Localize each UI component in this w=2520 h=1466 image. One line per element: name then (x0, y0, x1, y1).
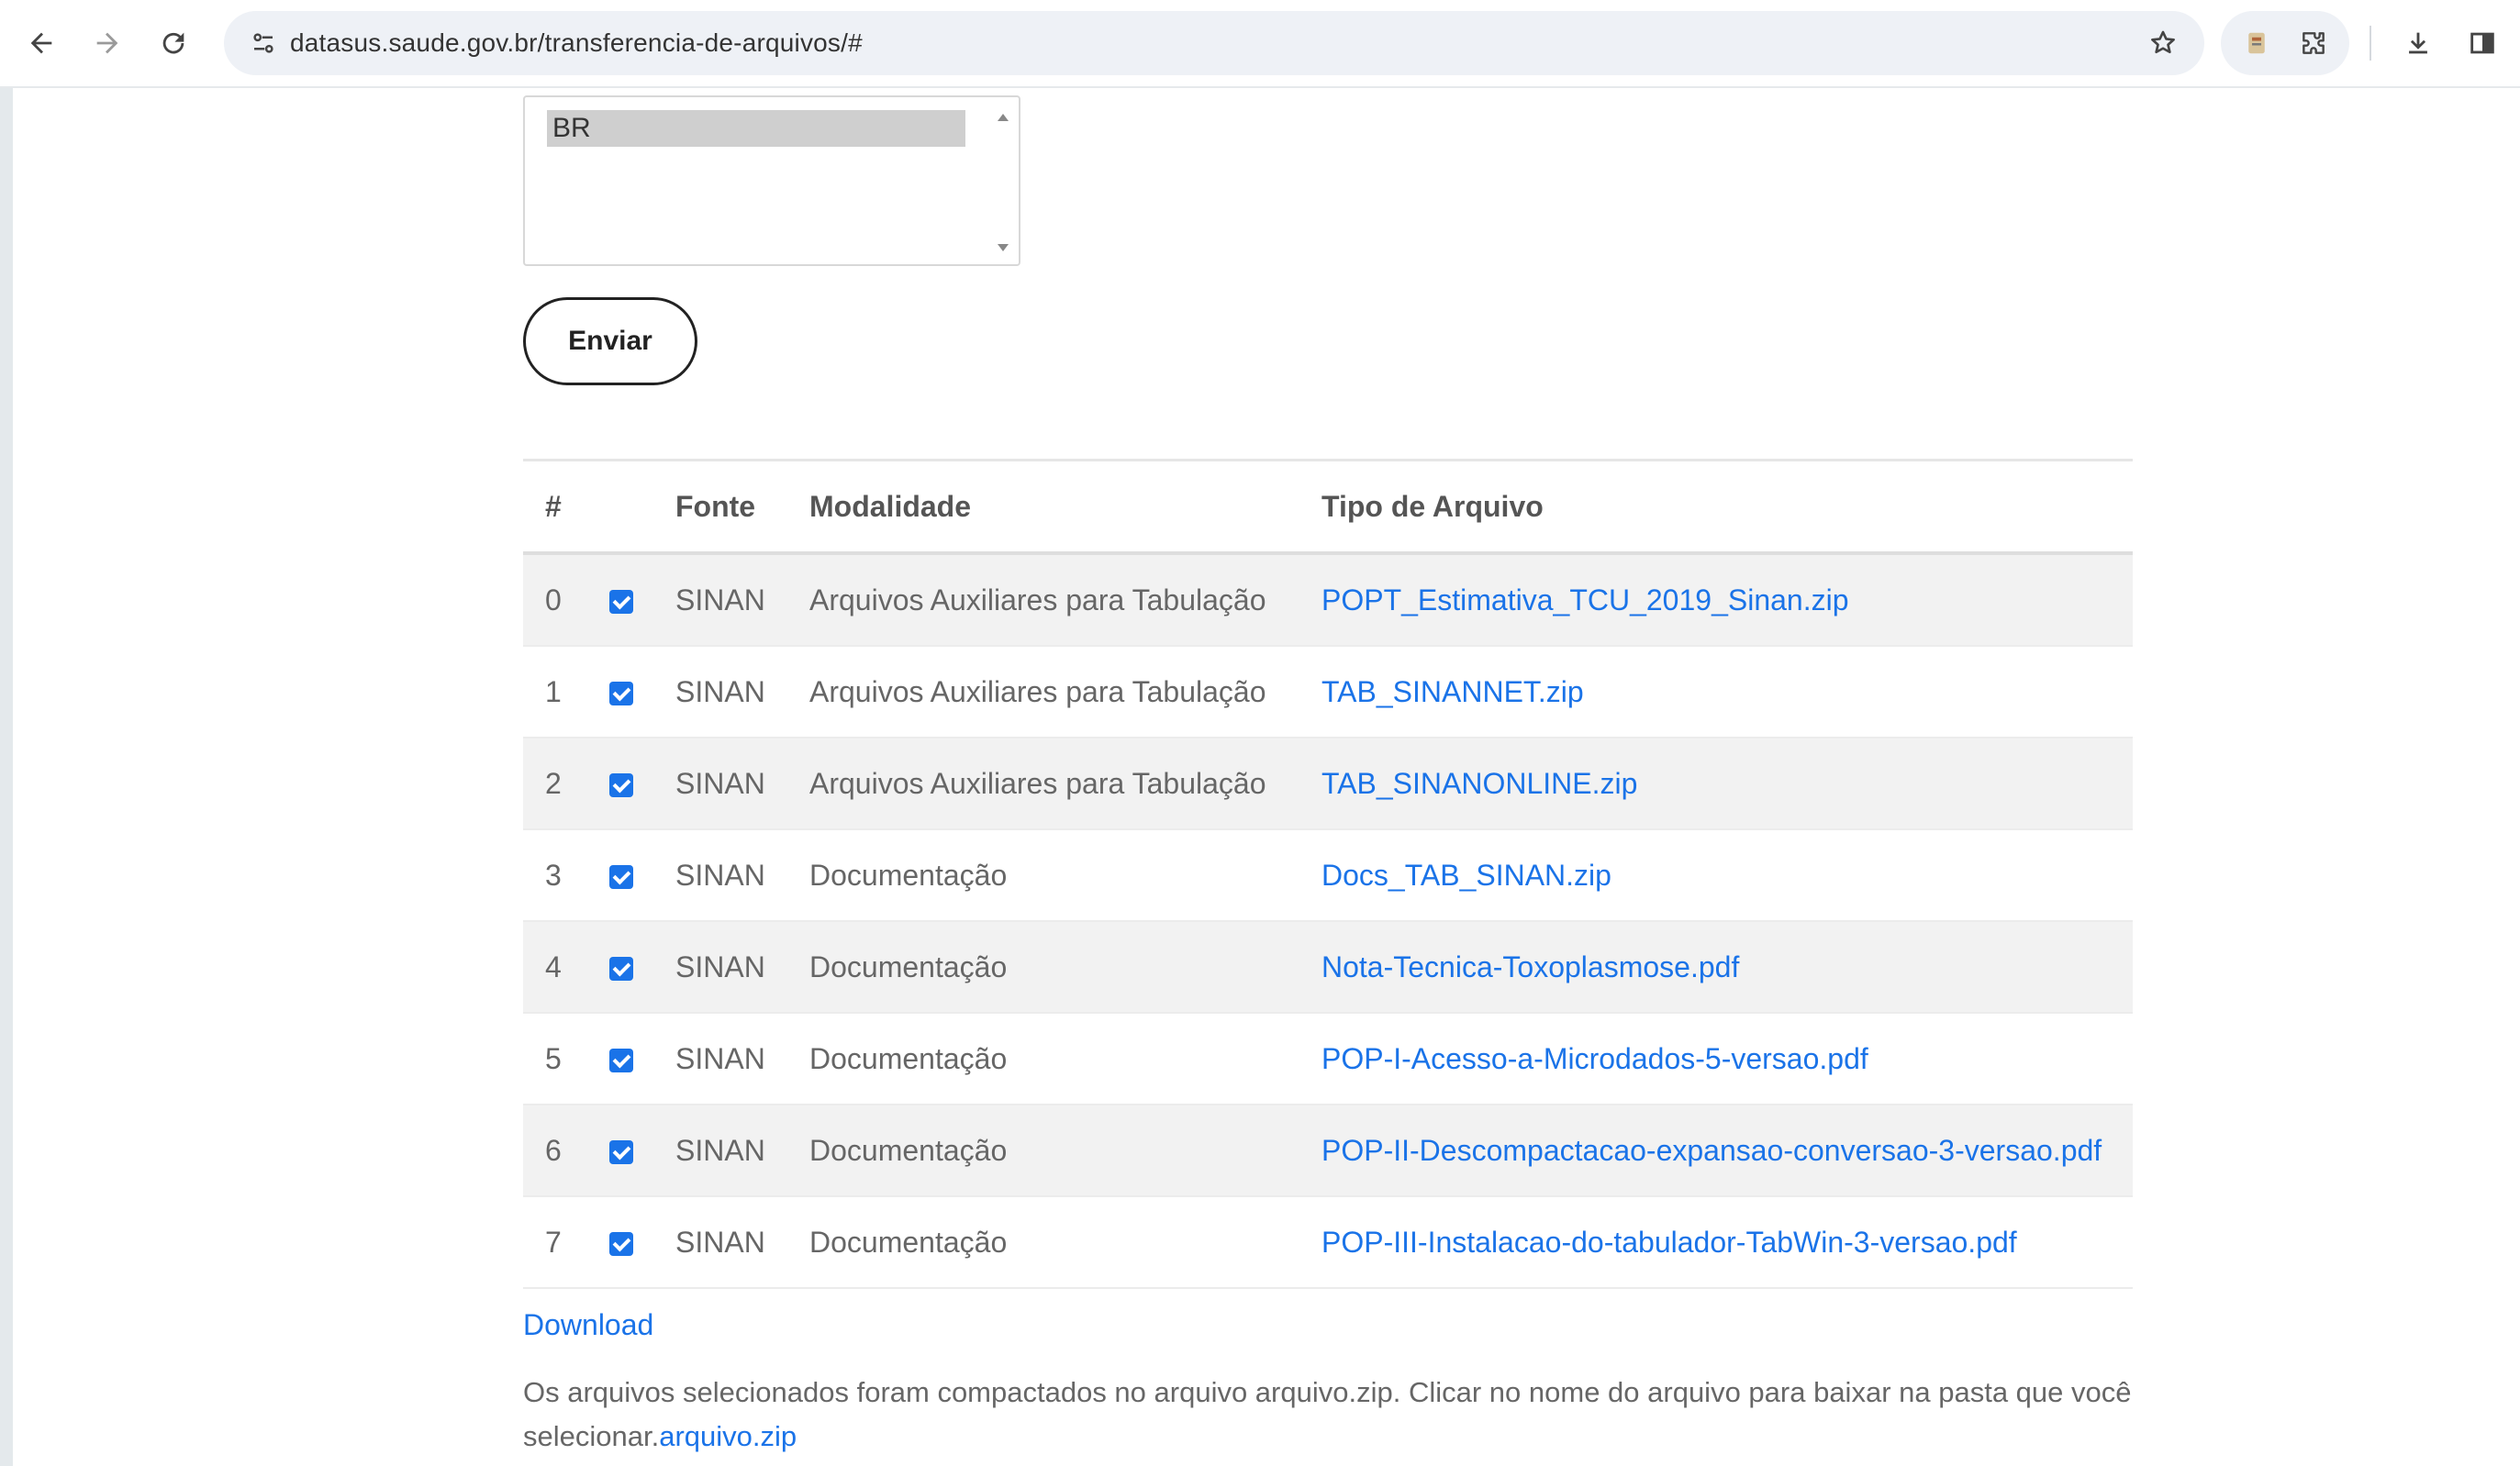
reload-icon[interactable] (151, 20, 196, 66)
row-checkbox[interactable] (609, 957, 633, 982)
row-index: 6 (545, 1133, 562, 1167)
row-index: 3 (545, 858, 562, 892)
row-modalidade: Documentação (809, 1041, 1008, 1075)
row-checkbox[interactable] (609, 682, 633, 706)
row-checkbox[interactable] (609, 1049, 633, 1073)
file-link[interactable]: Docs_TAB_SINAN.zip (1321, 859, 1611, 892)
row-checkbox[interactable] (609, 1232, 633, 1257)
row-checkbox[interactable] (609, 1140, 633, 1165)
download-note: Os arquivos selecionados foram compactad… (523, 1371, 2157, 1459)
toolbar-separator (2369, 26, 2371, 61)
table-row: 1 SINAN Arquivos Auxiliares para Tabulaç… (523, 646, 2133, 738)
row-fonte: SINAN (675, 766, 765, 800)
row-checkbox[interactable] (609, 865, 633, 890)
row-fonte: SINAN (675, 1133, 765, 1167)
url-text[interactable]: datasus.saude.gov.br/transferencia-de-ar… (290, 11, 863, 75)
file-link[interactable]: TAB_SINANONLINE.zip (1321, 767, 1637, 800)
header-index: # (523, 459, 609, 555)
row-checkbox[interactable] (609, 773, 633, 798)
table-row: 7 SINAN Documentação POP-III-Instalacao-… (523, 1196, 2133, 1288)
file-link[interactable]: POPT_Estimativa_TCU_2019_Sinan.zip (1321, 583, 1849, 616)
region-listbox[interactable]: BR (523, 95, 1020, 266)
row-checkbox[interactable] (609, 590, 633, 615)
row-fonte: SINAN (675, 1041, 765, 1075)
browser-toolbar: datasus.saude.gov.br/transferencia-de-ar… (0, 0, 2520, 88)
row-fonte: SINAN (675, 858, 765, 892)
table-row: 2 SINAN Arquivos Auxiliares para Tabulaç… (523, 738, 2133, 829)
file-link[interactable]: POP-II-Descompactacao-expansao-conversao… (1321, 1134, 2102, 1167)
arquivo-zip-link[interactable]: arquivo.zip (659, 1420, 797, 1452)
file-link[interactable]: POP-III-Instalacao-do-tabulador-TabWin-3… (1321, 1226, 2017, 1259)
table-row: 3 SINAN Documentação Docs_TAB_SINAN.zip (523, 829, 2133, 921)
row-modalidade: Arquivos Auxiliares para Tabulação (809, 674, 1266, 708)
table-row: 0 SINAN Arquivos Auxiliares para Tabulaç… (523, 553, 2133, 646)
file-link[interactable]: POP-I-Acesso-a-Microdados-5-versao.pdf (1321, 1042, 1868, 1075)
row-index: 5 (545, 1041, 562, 1075)
header-tipo-arquivo: Tipo de Arquivo (1321, 459, 2133, 555)
row-index: 4 (545, 950, 562, 983)
enviar-button[interactable]: Enviar (523, 297, 697, 385)
extension-icon[interactable] (2234, 20, 2280, 66)
site-info-icon[interactable] (240, 20, 286, 66)
row-fonte: SINAN (675, 1225, 765, 1259)
table-row: 5 SINAN Documentação POP-I-Acesso-a-Micr… (523, 1013, 2133, 1105)
row-modalidade: Arquivos Auxiliares para Tabulação (809, 766, 1266, 800)
row-modalidade: Documentação (809, 858, 1008, 892)
download-link[interactable]: Download (523, 1308, 653, 1342)
files-table: # Fonte Modalidade Tipo de Arquivo 0 SIN… (523, 459, 2133, 1289)
file-link[interactable]: TAB_SINANNET.zip (1321, 675, 1584, 708)
listbox-scrollbar[interactable] (993, 101, 1015, 261)
download-icon[interactable] (2395, 20, 2441, 66)
table-row: 4 SINAN Documentação Nota-Tecnica-Toxopl… (523, 921, 2133, 1013)
address-bar[interactable]: datasus.saude.gov.br/transferencia-de-ar… (224, 11, 2204, 75)
side-panel-icon[interactable] (2459, 20, 2505, 66)
puzzle-icon[interactable] (2291, 20, 2336, 66)
row-modalidade: Documentação (809, 1133, 1008, 1167)
row-modalidade: Arquivos Auxiliares para Tabulação (809, 583, 1266, 616)
star-icon[interactable] (2140, 20, 2186, 66)
row-modalidade: Documentação (809, 1225, 1008, 1259)
header-modalidade: Modalidade (809, 459, 1321, 555)
page-content: BR Enviar # Fonte Modalidade Tipo de Arq… (13, 88, 2520, 1466)
row-fonte: SINAN (675, 583, 765, 616)
row-fonte: SINAN (675, 950, 765, 983)
scroll-down-icon[interactable] (998, 244, 1009, 251)
row-index: 2 (545, 766, 562, 800)
table-row: 6 SINAN Documentação POP-II-Descompactac… (523, 1105, 2133, 1196)
header-fonte: Fonte (675, 459, 809, 555)
row-index: 1 (545, 674, 562, 708)
scroll-up-icon[interactable] (998, 114, 1009, 121)
file-link[interactable]: Nota-Tecnica-Toxoplasmose.pdf (1321, 950, 1739, 983)
back-arrow-icon[interactable] (18, 20, 64, 66)
extensions-area (2221, 11, 2349, 75)
row-modalidade: Documentação (809, 950, 1008, 983)
header-checkbox (609, 459, 675, 555)
row-fonte: SINAN (675, 674, 765, 708)
listbox-option-selected[interactable]: BR (547, 110, 965, 147)
row-index: 7 (545, 1225, 562, 1259)
table-header-row: # Fonte Modalidade Tipo de Arquivo (523, 459, 2133, 555)
forward-arrow-icon[interactable] (84, 20, 130, 66)
row-index: 0 (545, 583, 562, 616)
